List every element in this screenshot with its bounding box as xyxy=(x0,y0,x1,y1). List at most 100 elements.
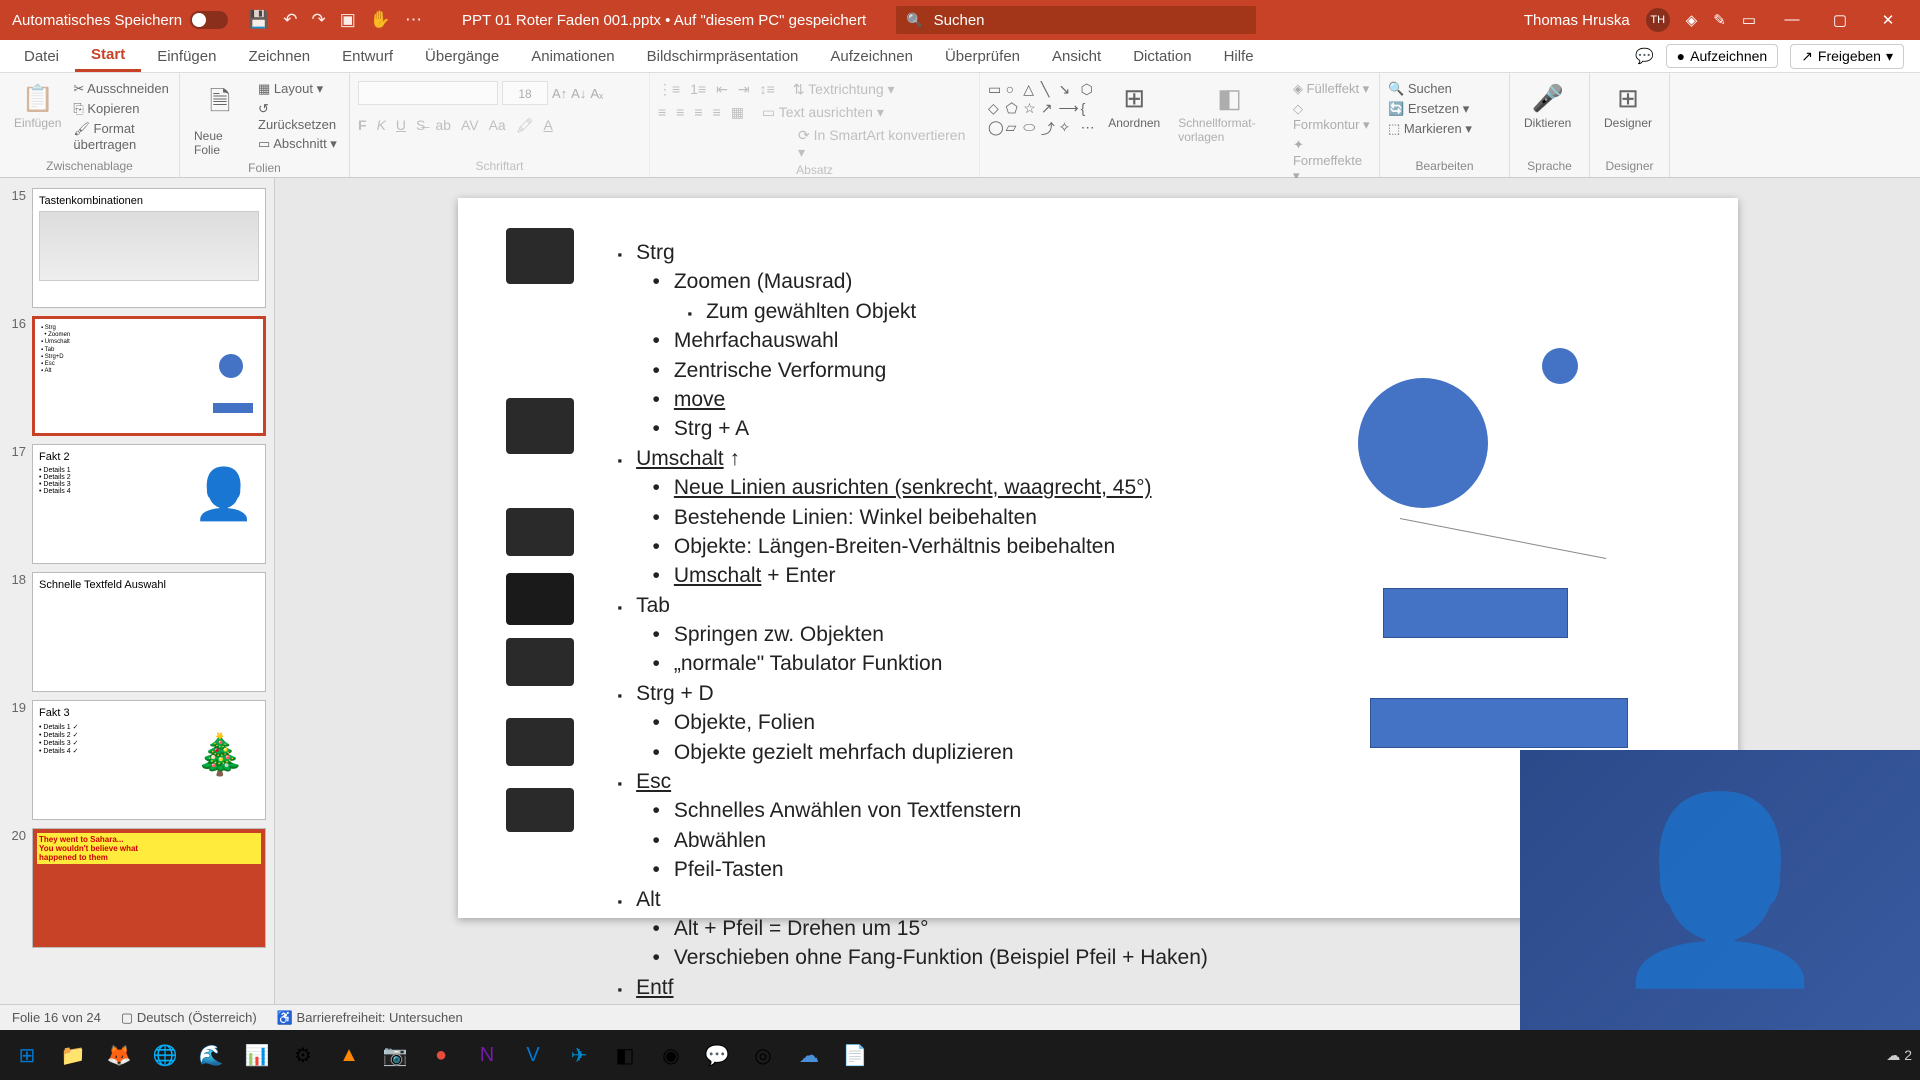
rect-shape-2[interactable] xyxy=(1370,698,1628,748)
search-box[interactable]: 🔍 Suchen xyxy=(896,6,1256,34)
record-button[interactable]: ● Aufzeichnen xyxy=(1666,44,1779,68)
app-icon-9[interactable]: 📄 xyxy=(836,1036,874,1074)
present-icon[interactable]: ▣ xyxy=(340,10,356,30)
start-button[interactable]: ⊞ xyxy=(8,1036,46,1074)
touch-icon[interactable]: ✋ xyxy=(370,10,391,30)
app-icon-5[interactable]: ◧ xyxy=(606,1036,644,1074)
replace-button[interactable]: 🔄 Ersetzen ▾ xyxy=(1388,101,1472,117)
slide-thumb-17[interactable]: 17 Fakt 2• Details 1• Details 2• Details… xyxy=(0,440,274,568)
autosave-toggle[interactable]: Automatisches Speichern xyxy=(0,11,240,29)
vlc-icon[interactable]: ▲ xyxy=(330,1036,368,1074)
reset-button[interactable]: ↺ Zurücksetzen xyxy=(258,101,341,132)
tab-hilfe[interactable]: Hilfe xyxy=(1208,42,1270,71)
columns-button[interactable]: ▦ xyxy=(731,104,744,121)
format-painter-button[interactable]: 🖌 Format übertragen xyxy=(73,121,171,152)
close-button[interactable]: ✕ xyxy=(1868,11,1908,29)
tab-dictation[interactable]: Dictation xyxy=(1117,42,1207,71)
strike-button[interactable]: S̶ xyxy=(416,117,425,134)
dictate-button[interactable]: 🎤Diktieren xyxy=(1518,81,1577,132)
bullets-button[interactable]: ⋮≡ xyxy=(658,81,680,98)
numbering-button[interactable]: 1≡ xyxy=(690,81,706,98)
justify-button[interactable]: ≡ xyxy=(713,104,721,121)
firefox-icon[interactable]: 🦊 xyxy=(100,1036,138,1074)
slide-panel[interactable]: 15 Tastenkombinationen 16 ▪ Strg • Zoome… xyxy=(0,178,275,1004)
app-icon-8[interactable]: ☁ xyxy=(790,1036,828,1074)
fill-button[interactable]: ◈ Fülleffekt ▾ xyxy=(1293,81,1371,97)
indent-in-button[interactable]: ⇥ xyxy=(738,81,750,98)
user-name[interactable]: Thomas Hruska xyxy=(1524,12,1630,29)
cut-button[interactable]: ✂ Ausschneiden xyxy=(73,81,171,97)
save-icon[interactable]: 💾 xyxy=(248,10,269,30)
section-button[interactable]: ▭ Abschnitt ▾ xyxy=(258,136,341,152)
align-text-button[interactable]: ▭ Text ausrichten ▾ xyxy=(762,104,884,121)
explorer-icon[interactable]: 📁 xyxy=(54,1036,92,1074)
font-color-button[interactable]: A xyxy=(544,117,553,134)
app-icon-7[interactable]: ◎ xyxy=(744,1036,782,1074)
toggle-switch[interactable] xyxy=(190,11,228,29)
align-right-button[interactable]: ≡ xyxy=(694,104,702,121)
underline-button[interactable]: U xyxy=(396,117,406,134)
align-left-button[interactable]: ≡ xyxy=(658,104,666,121)
telegram-icon[interactable]: ✈ xyxy=(560,1036,598,1074)
slide-thumb-20[interactable]: 20 They went to Sahara...You wouldn't be… xyxy=(0,824,274,952)
clear-format-icon[interactable]: Aₓ xyxy=(590,86,603,101)
tab-aufzeichnen[interactable]: Aufzeichnen xyxy=(814,42,929,71)
slide-thumb-15[interactable]: 15 Tastenkombinationen xyxy=(0,184,274,312)
app-icon-3[interactable]: ● xyxy=(422,1036,460,1074)
circle-large[interactable] xyxy=(1358,378,1488,508)
weather-widget[interactable]: ☁ 2 xyxy=(1886,1047,1912,1064)
outline-button[interactable]: ◇ Formkontur ▾ xyxy=(1293,101,1371,133)
powerpoint-icon[interactable]: 📊 xyxy=(238,1036,276,1074)
app-icon-2[interactable]: 📷 xyxy=(376,1036,414,1074)
tab-einfuegen[interactable]: Einfügen xyxy=(141,42,232,71)
onenote-icon[interactable]: N xyxy=(468,1036,506,1074)
decrease-font-icon[interactable]: A↓ xyxy=(571,86,586,101)
system-tray[interactable]: ☁ 2 xyxy=(1886,1047,1912,1064)
obs-icon[interactable]: ◉ xyxy=(652,1036,690,1074)
arrange-button[interactable]: ⊞Anordnen xyxy=(1102,81,1166,132)
shapes-gallery[interactable]: ▭○△╲↘⬡ ◇⬠☆↗⟶{ ◯▱⬭⤴✧⋯ xyxy=(988,81,1096,139)
language-indicator[interactable]: ▢ Deutsch (Österreich) xyxy=(121,1010,257,1026)
bold-button[interactable]: F xyxy=(358,117,367,134)
smartart-button[interactable]: ⟳ In SmartArt konvertieren ▾ xyxy=(798,127,971,161)
minimize-button[interactable]: — xyxy=(1772,11,1812,29)
tab-animationen[interactable]: Animationen xyxy=(515,42,630,71)
font-size-input[interactable]: 18 xyxy=(502,81,548,105)
slide-thumb-18[interactable]: 18 Schnelle Textfeld Auswahl xyxy=(0,568,274,696)
avatar[interactable]: TH xyxy=(1646,8,1670,32)
file-name[interactable]: PPT 01 Roter Faden 001.pptx • Auf "diese… xyxy=(462,12,866,29)
layout-button[interactable]: ▦ Layout ▾ xyxy=(258,81,341,97)
tab-bildschirm[interactable]: Bildschirmpräsentation xyxy=(631,42,815,71)
shadow-button[interactable]: ab xyxy=(435,117,451,134)
font-family-input[interactable] xyxy=(358,81,498,105)
quick-styles-button[interactable]: ◧Schnellformat-vorlagen xyxy=(1172,81,1287,146)
redo-icon[interactable]: ↷ xyxy=(312,10,326,30)
spacing-button[interactable]: AV xyxy=(461,117,479,134)
effects-button[interactable]: ✦ Formeffekte ▾ xyxy=(1293,137,1371,184)
slide-thumb-19[interactable]: 19 Fakt 3• Details 1 ✓• Details 2 ✓• Det… xyxy=(0,696,274,824)
comments-icon[interactable]: 💬 xyxy=(1635,47,1654,65)
highlight-button[interactable]: 🖍 xyxy=(516,117,534,134)
rect-shape-1[interactable] xyxy=(1383,588,1568,638)
maximize-button[interactable]: ▢ xyxy=(1820,11,1860,29)
new-slide-button[interactable]: 🗎Neue Folie xyxy=(188,81,252,159)
accessibility-indicator[interactable]: ♿ Barrierefreiheit: Untersuchen xyxy=(277,1010,463,1026)
share-button[interactable]: ↗ Freigeben ▾ xyxy=(1790,44,1904,69)
more-icon[interactable]: ⋯ xyxy=(405,10,422,30)
linespacing-button[interactable]: ↕≡ xyxy=(760,81,775,98)
chrome-icon[interactable]: 🌐 xyxy=(146,1036,184,1074)
find-button[interactable]: 🔍 Suchen xyxy=(1388,81,1472,97)
copy-button[interactable]: ⎘ Kopieren xyxy=(73,101,171,117)
undo-icon[interactable]: ↶ xyxy=(283,10,297,30)
increase-font-icon[interactable]: A↑ xyxy=(552,86,567,101)
text-direction-button[interactable]: ⇅ Textrichtung ▾ xyxy=(793,81,895,98)
indent-out-button[interactable]: ⇤ xyxy=(716,81,728,98)
tab-ansicht[interactable]: Ansicht xyxy=(1036,42,1117,71)
tab-uebergaenge[interactable]: Übergänge xyxy=(409,42,515,71)
pen-icon[interactable]: ✎ xyxy=(1713,11,1726,29)
case-button[interactable]: Aa xyxy=(489,117,506,134)
select-button[interactable]: ⬚ Markieren ▾ xyxy=(1388,121,1472,137)
align-center-button[interactable]: ≡ xyxy=(676,104,684,121)
tab-ueberpruefen[interactable]: Überprüfen xyxy=(929,42,1036,71)
designer-button[interactable]: ⊞Designer xyxy=(1598,81,1658,132)
